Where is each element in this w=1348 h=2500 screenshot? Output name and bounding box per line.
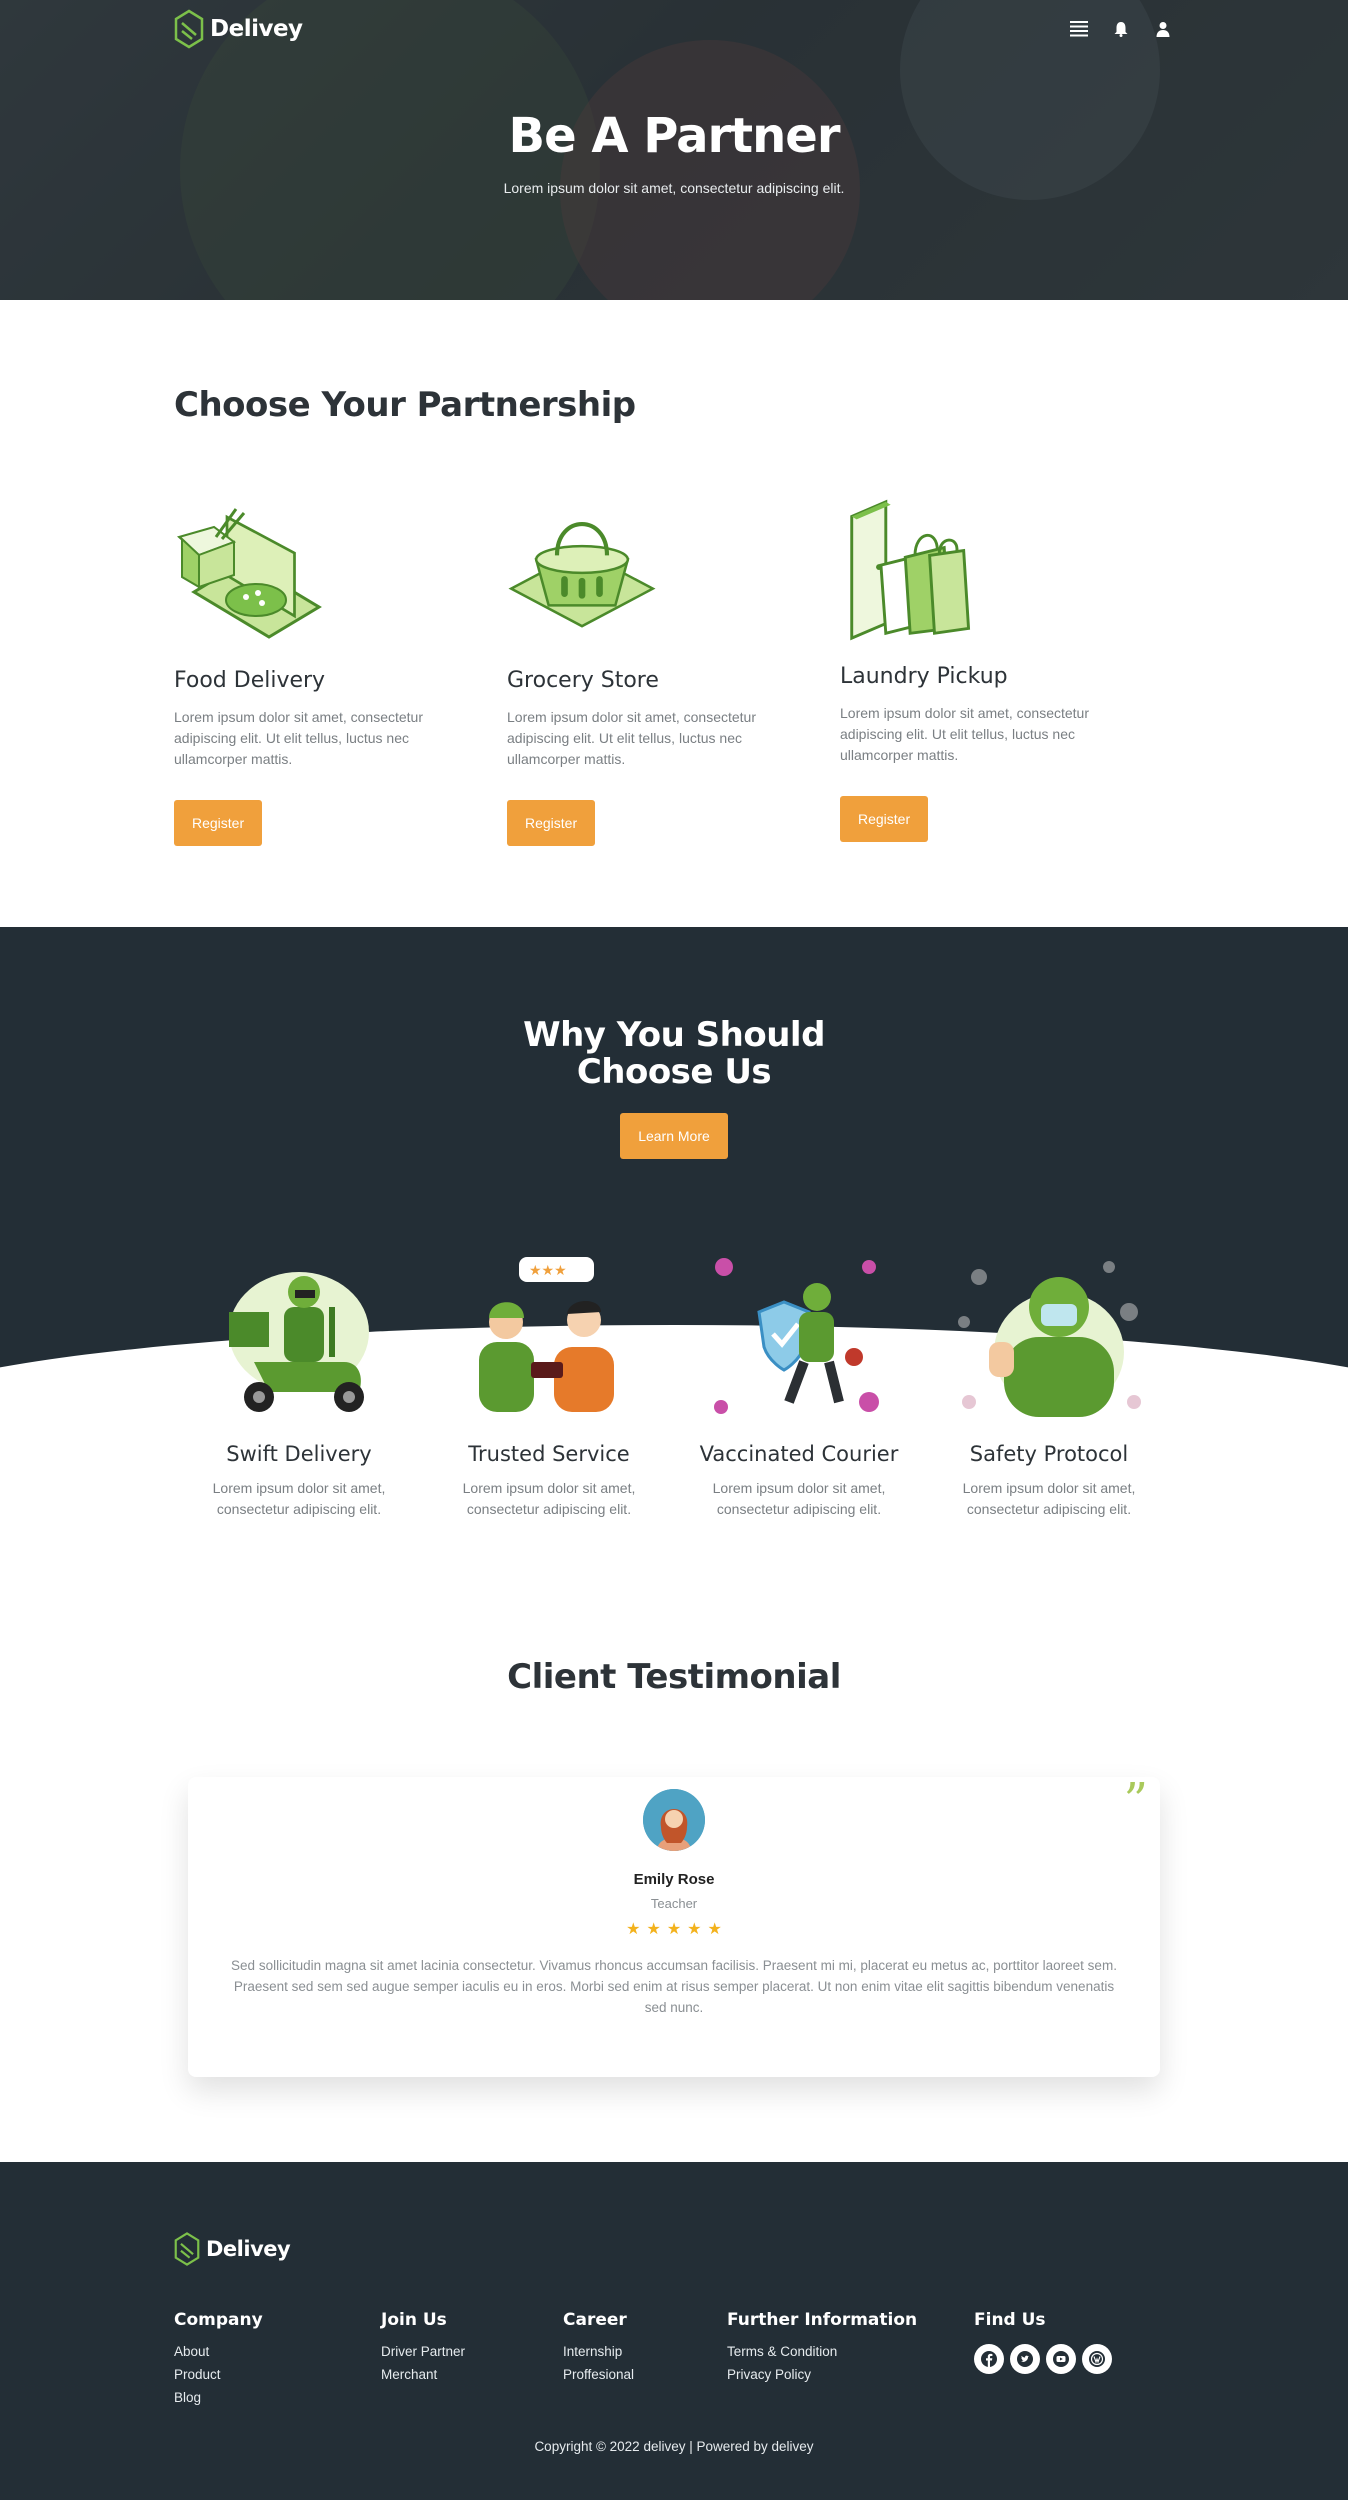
feature-description: Lorem ipsum dolor sit amet, consectetur … (462, 1480, 636, 1517)
partnership-heading: Choose Your Partnership (174, 385, 636, 425)
footer-link-proffesional[interactable]: Proffesional (563, 2367, 634, 2382)
footer-column-title: Further Information (727, 2310, 918, 2330)
footer-column-find-us: Find Us (974, 2310, 1112, 2374)
footer-link-blog[interactable]: Blog (174, 2390, 263, 2405)
reviewer-name: Emily Rose (633, 1871, 715, 1888)
partner-card-laundry: Laundry Pickup Lorem ipsum dolor sit ame… (840, 497, 1173, 846)
laundry-bags-illustration (850, 499, 971, 641)
footer-column-career: Career Internship Proffesional (563, 2310, 634, 2382)
footer-column-title: Career (563, 2310, 627, 2330)
card-title: Laundry Pickup (840, 664, 1008, 689)
feature-swift-delivery: Swift Delivery Lorem ipsum dolor sit ame… (174, 1252, 424, 1520)
card-description: Lorem ipsum dolor sit amet, consectetur … (174, 709, 423, 767)
user-icon[interactable] (1152, 18, 1174, 40)
register-button-laundry[interactable]: Register (840, 796, 929, 842)
why-heading: Why You Should Choose Us (0, 927, 1348, 1091)
footer-link-internship[interactable]: Internship (563, 2344, 634, 2359)
svg-text:★★★: ★★★ (529, 1263, 567, 1279)
partner-card-grocery: Grocery Store Lorem ipsum dolor sit amet… (507, 497, 840, 846)
copyright-text: Copyright © 2022 delivey | Powered by de… (534, 2439, 814, 2454)
logo[interactable]: Delivey (174, 9, 303, 49)
star-icon: ★ (707, 1921, 722, 1938)
youtube-icon[interactable] (1046, 2344, 1076, 2374)
feature-title: Safety Protocol (969, 1442, 1129, 1466)
wordpress-icon[interactable] (1082, 2344, 1112, 2374)
handover-illustration: ★★★ (479, 1257, 614, 1412)
facebook-icon[interactable] (974, 2344, 1004, 2374)
card-description: Lorem ipsum dolor sit amet, consectetur … (507, 709, 756, 767)
feature-title: Trusted Service (468, 1442, 630, 1466)
star-icon: ★ (687, 1921, 702, 1938)
testimonial-section: Client Testimonial ” Emily Rose Teacher … (0, 1597, 1348, 2162)
safety-protocol-illustration (958, 1261, 1141, 1417)
why-heading-line2: Choose Us (576, 1052, 772, 1092)
vaccinated-courier-illustration (714, 1258, 879, 1414)
hero-subtitle: Lorem ipsum dolor sit amet, consectetur … (503, 180, 845, 196)
footer: Delivey Company About Product Blog Join … (0, 2162, 1348, 2500)
feature-trusted-service: ★★★ Trusted Service Lorem ipsum dolor si… (424, 1252, 674, 1520)
feature-description: Lorem ipsum dolor sit amet, consectetur … (962, 1480, 1136, 1517)
footer-link-driver-partner[interactable]: Driver Partner (381, 2344, 465, 2359)
brand-name: Delivey (206, 2237, 291, 2261)
footer-column-title: Join Us (381, 2310, 447, 2330)
footer-column-company: Company About Product Blog (174, 2310, 263, 2405)
why-heading-line1: Why You Should (523, 1015, 825, 1055)
menu-icon[interactable] (1068, 18, 1090, 40)
feature-description: Lorem ipsum dolor sit amet, consectetur … (212, 1480, 386, 1517)
footer-logo[interactable]: Delivey (174, 2230, 291, 2268)
rating-stars: ★ ★ ★ ★ ★ (188, 1919, 1160, 1939)
feature-description: Lorem ipsum dolor sit amet, consectetur … (712, 1480, 886, 1517)
food-box-illustration (176, 508, 322, 639)
top-nav: Delivey (174, 0, 1174, 58)
testimonial-card: ” Emily Rose Teacher ★ ★ ★ ★ ★ Sed solli… (188, 1777, 1160, 2077)
logo-icon (174, 9, 204, 49)
feature-vaccinated-courier: Vaccinated Courier Lorem ipsum dolor sit… (674, 1252, 924, 1520)
reviewer-role: Teacher (650, 1896, 698, 1911)
card-title: Food Delivery (174, 668, 326, 693)
quote-icon: ” (1123, 1773, 1148, 1829)
feature-title: Vaccinated Courier (699, 1442, 899, 1466)
why-choose-us-section: Why You Should Choose Us Learn More Swif… (0, 927, 1348, 1597)
avatar (643, 1789, 705, 1851)
grocery-basket-illustration (508, 522, 656, 628)
card-title: Grocery Store (507, 668, 659, 693)
footer-link-product[interactable]: Product (174, 2367, 263, 2382)
bell-icon[interactable] (1110, 18, 1132, 40)
footer-column-title: Company (174, 2310, 263, 2330)
feature-title: Swift Delivery (226, 1442, 372, 1466)
partner-card-food: Food Delivery Lorem ipsum dolor sit amet… (174, 497, 507, 846)
logo-icon (174, 2232, 200, 2266)
star-icon: ★ (666, 1921, 682, 1938)
card-description: Lorem ipsum dolor sit amet, consectetur … (840, 705, 1089, 763)
register-button-food[interactable]: Register (174, 800, 263, 846)
partnership-section: Choose Your Partnership Food Delivery Lo… (0, 300, 1348, 927)
scooter-courier-illustration (229, 1272, 369, 1412)
hero-banner: Delivey Be A Partner Lorem ipsum dolor s… (0, 0, 1348, 300)
star-icon: ★ (646, 1921, 661, 1938)
star-icon: ★ (626, 1921, 641, 1938)
footer-column-title: Find Us (974, 2310, 1046, 2330)
footer-link-merchant[interactable]: Merchant (381, 2367, 465, 2382)
footer-link-privacy[interactable]: Privacy Policy (727, 2367, 917, 2382)
feature-safety-protocol: Safety Protocol Lorem ipsum dolor sit am… (924, 1252, 1174, 1520)
learn-more-button[interactable]: Learn More (620, 1113, 728, 1159)
footer-link-terms[interactable]: Terms & Condition (727, 2344, 917, 2359)
register-button-grocery[interactable]: Register (507, 800, 596, 846)
brand-name: Delivey (210, 16, 303, 42)
footer-link-about[interactable]: About (174, 2344, 263, 2359)
footer-column-info: Further Information Terms & Condition Pr… (727, 2310, 917, 2382)
testimonial-text: Sed sollicitudin magna sit amet lacinia … (231, 1958, 1117, 2015)
twitter-icon[interactable] (1010, 2344, 1040, 2374)
footer-column-join: Join Us Driver Partner Merchant (381, 2310, 465, 2382)
testimonial-heading: Client Testimonial (507, 1657, 841, 1697)
page-title: Be A Partner (508, 108, 840, 164)
